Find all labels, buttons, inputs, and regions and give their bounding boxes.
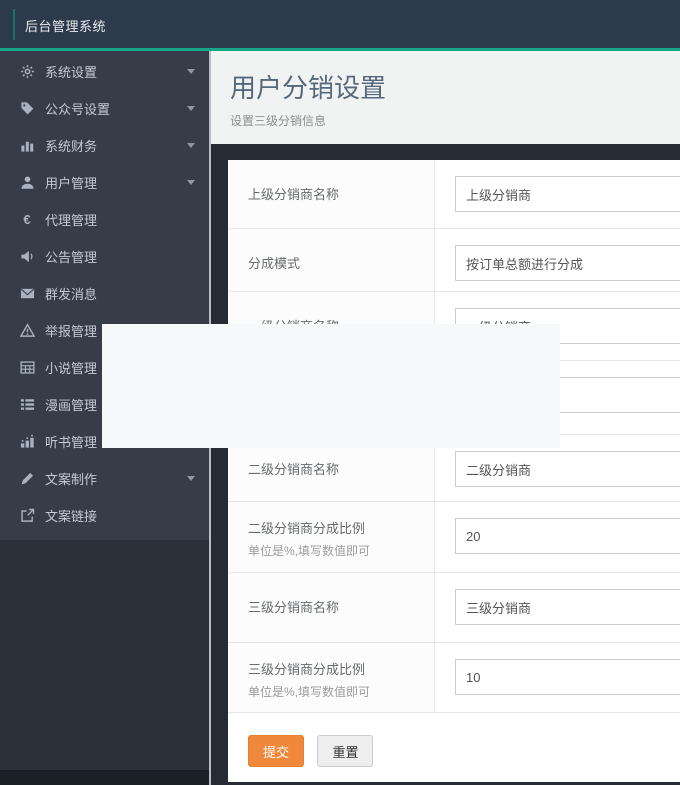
- field-label: 二级分销商分成比例: [248, 518, 424, 537]
- app-root: 后台管理系统 系统设置 公众号设置 系统财务 用户管理 € 代理管理 公告管理 …: [0, 0, 680, 785]
- sidebar-item-label: 公告管理: [45, 247, 97, 266]
- form-row: 二级分销商分成比例 单位是%,填写数值即可: [228, 502, 680, 573]
- sidebar-item-label: 举报管理: [45, 321, 97, 340]
- sidebar-menu: 系统设置 公众号设置 系统财务 用户管理 € 代理管理 公告管理 群发消息 举报…: [0, 51, 210, 540]
- pen-icon: [19, 471, 35, 487]
- field-input-5[interactable]: [455, 451, 680, 487]
- sidebar-item-label: 文案链接: [45, 506, 97, 525]
- form-label-cell: 分成模式: [228, 229, 435, 291]
- page-subtitle: 设置三级分销信息: [230, 112, 680, 129]
- sidebar-item-label: 群发消息: [45, 284, 97, 303]
- bullhorn-icon: [19, 249, 35, 265]
- chevron-down-icon: [187, 476, 195, 481]
- user-icon: [19, 175, 35, 191]
- sidebar-item-label: 漫画管理: [45, 395, 97, 414]
- field-input-7[interactable]: [455, 589, 680, 625]
- form-input-cell: [435, 502, 680, 572]
- settings-form-panel: 上级分销商名称 分成模式 一级分销商名称: [228, 160, 680, 782]
- field-label: 三级分销商名称: [248, 597, 424, 616]
- field-label: 分成模式: [248, 253, 424, 272]
- page-title: 用户分销设置: [230, 68, 680, 105]
- euro-icon: €: [19, 212, 35, 228]
- form-input-cell: [435, 573, 680, 642]
- sidebar-footer: [0, 770, 210, 785]
- field-input-8[interactable]: [455, 659, 680, 695]
- external-link-icon: [19, 508, 35, 524]
- sidebar-item-label: 用户管理: [45, 173, 97, 192]
- topbar: 后台管理系统: [0, 0, 680, 51]
- sidebar-item-13[interactable]: 文案链接: [0, 497, 210, 534]
- field-label: 三级分销商分成比例: [248, 659, 424, 678]
- gear-icon: [19, 64, 35, 80]
- sidebar-item-label: 代理管理: [45, 210, 97, 229]
- form-input-cell: [435, 643, 680, 712]
- form-actions: 提交 重置: [228, 713, 680, 782]
- form-label-cell: 三级分销商分成比例 单位是%,填写数值即可: [228, 643, 435, 712]
- form-input-cell: [435, 160, 680, 228]
- tags-icon: [19, 101, 35, 117]
- sidebar-item-label: 文案制作: [45, 469, 97, 488]
- bar-chart-icon: [19, 138, 35, 154]
- sidebar-item-label: 公众号设置: [45, 99, 110, 118]
- form-label-cell: 上级分销商名称: [228, 160, 435, 228]
- form-row: 三级分销商分成比例 单位是%,填写数值即可: [228, 643, 680, 713]
- sidebar-item-6[interactable]: 公告管理: [0, 238, 210, 275]
- sidebar-item-label: 系统设置: [45, 62, 97, 81]
- chevron-down-icon: [187, 180, 195, 185]
- sidebar-item-2[interactable]: 公众号设置: [0, 90, 210, 127]
- form-label-cell: 二级分销商分成比例 单位是%,填写数值即可: [228, 502, 435, 572]
- field-input-2[interactable]: [455, 245, 680, 281]
- field-sublabel: 单位是%,填写数值即可: [248, 542, 424, 559]
- submit-button[interactable]: 提交: [248, 735, 304, 767]
- chevron-down-icon: [187, 106, 195, 111]
- sidebar-item-12[interactable]: 文案制作: [0, 460, 210, 497]
- page-header: 用户分销设置 设置三级分销信息: [211, 51, 680, 144]
- white-overlay-block: [102, 324, 560, 448]
- sidebar-item-label: 系统财务: [45, 136, 97, 155]
- sidebar-item-label: 听书管理: [45, 432, 97, 451]
- chevron-down-icon: [187, 69, 195, 74]
- app-title: 后台管理系统: [25, 16, 106, 35]
- field-input-1[interactable]: [455, 176, 680, 212]
- sidebar-item-1[interactable]: 系统设置: [0, 53, 210, 90]
- sidebar-item-3[interactable]: 系统财务: [0, 127, 210, 164]
- sidebar-item-4[interactable]: 用户管理: [0, 164, 210, 201]
- form-input-cell: [435, 229, 680, 291]
- field-input-6[interactable]: [455, 518, 680, 554]
- sidebar-item-label: 小说管理: [45, 358, 97, 377]
- field-label: 上级分销商名称: [248, 184, 424, 203]
- logo-accent-bar: [13, 9, 15, 40]
- form-row: 三级分销商名称: [228, 573, 680, 643]
- table-icon: [19, 360, 35, 376]
- field-sublabel: 单位是%,填写数值即可: [248, 683, 424, 700]
- warning-icon: [19, 323, 35, 339]
- form-row: 上级分销商名称: [228, 160, 680, 229]
- reset-button[interactable]: 重置: [317, 735, 373, 767]
- list-icon: [19, 397, 35, 413]
- sidebar-item-7[interactable]: 群发消息: [0, 275, 210, 312]
- sidebar-item-5[interactable]: € 代理管理: [0, 201, 210, 238]
- chevron-down-icon: [187, 143, 195, 148]
- field-label: 二级分销商名称: [248, 459, 424, 478]
- form-label-cell: 三级分销商名称: [228, 573, 435, 642]
- form-row: 分成模式: [228, 229, 680, 292]
- stairs-chart-icon: [19, 434, 35, 450]
- envelope-icon: [19, 286, 35, 302]
- content-area: 上级分销商名称 分成模式 一级分销商名称: [211, 144, 680, 785]
